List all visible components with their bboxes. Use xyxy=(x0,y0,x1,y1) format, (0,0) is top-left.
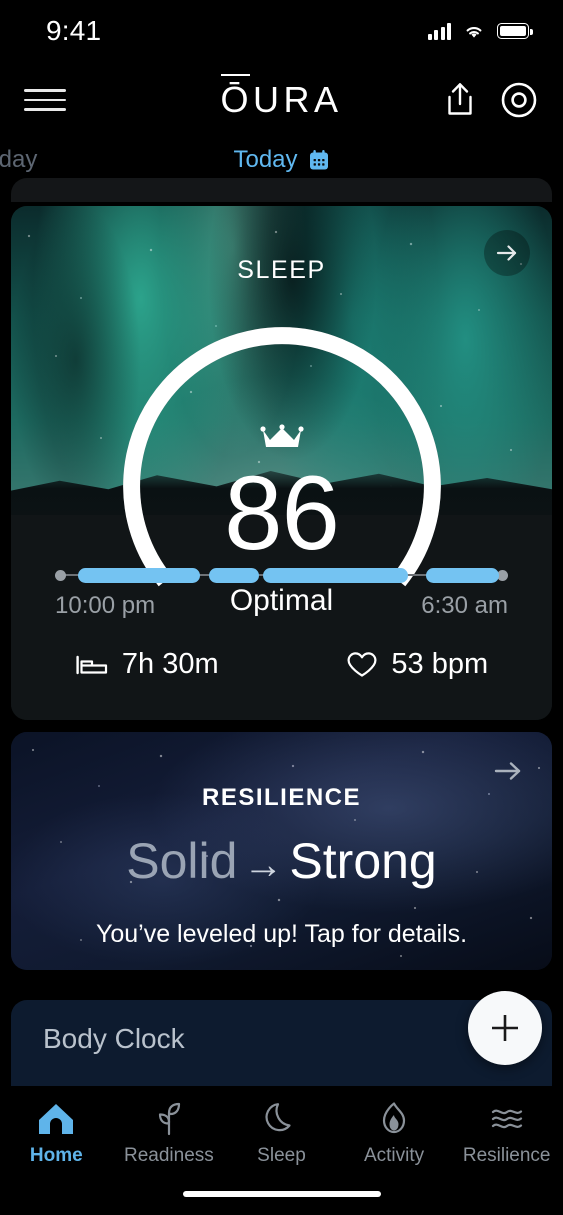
sleep-stats-row: 7h 30m 53 bpm xyxy=(11,648,552,681)
timeline-segment xyxy=(263,568,409,583)
calendar-icon xyxy=(309,150,328,170)
nav-item-readiness[interactable]: Readiness xyxy=(113,1101,225,1167)
sleep-score-value: 86 xyxy=(224,455,340,572)
resilience-card-arrow-button[interactable] xyxy=(492,756,526,791)
timeline-segment xyxy=(209,568,259,583)
status-bar: 9:41 xyxy=(0,0,563,62)
bed-icon xyxy=(76,655,107,674)
home-icon xyxy=(39,1104,74,1134)
cellular-signal-icon xyxy=(427,22,451,40)
sleep-card-arrow-button[interactable] xyxy=(484,230,530,276)
app-logo-o: Ō xyxy=(220,74,253,120)
sleep-card-title: SLEEP xyxy=(237,256,326,284)
arrow-right-icon xyxy=(494,762,521,780)
sleep-card[interactable]: SLEEP 86 Optimal 10:00 pm 6:30 am 7h 30m… xyxy=(11,206,552,720)
nav-label-sleep: Sleep xyxy=(257,1145,306,1166)
nav-label-activity: Activity xyxy=(363,1145,425,1166)
home-indicator xyxy=(182,1191,381,1197)
heart-icon xyxy=(347,651,377,677)
tab-yesterday[interactable]: rday xyxy=(0,138,68,182)
share-icon[interactable] xyxy=(443,81,477,119)
nav-item-sleep[interactable]: Sleep xyxy=(225,1101,337,1167)
status-bar-icons xyxy=(427,22,533,40)
nav-label-resilience: Resilience xyxy=(462,1145,551,1166)
resilience-subtitle: You’ve leveled up! Tap for details. xyxy=(95,920,468,948)
sleep-start-time: 10:00 pm xyxy=(55,592,156,619)
resilience-card-title: RESILIENCE xyxy=(201,784,362,811)
tab-yesterday-label: rday xyxy=(0,146,38,173)
status-bar-time: 9:41 xyxy=(46,15,102,46)
timeline-segment xyxy=(77,568,200,583)
resilience-level-from: Solid xyxy=(126,833,238,889)
arrow-right-icon xyxy=(496,245,517,261)
resilience-level-to: Strong xyxy=(289,833,437,889)
sleep-end-time: 6:30 am xyxy=(421,592,508,619)
nav-label-readiness: Readiness xyxy=(124,1145,214,1166)
hamburger-menu-icon[interactable] xyxy=(24,89,66,111)
sleep-duration-stat: 7h 30m xyxy=(75,648,219,681)
crown-icon xyxy=(259,424,304,447)
timeline-start-dot xyxy=(55,570,66,581)
body-clock-title: Body Clock xyxy=(43,1023,185,1054)
plus-icon xyxy=(492,1015,518,1041)
resilience-level-transition: Solid → Strong xyxy=(11,834,552,889)
sleep-timeline xyxy=(55,568,508,584)
nav-item-resilience[interactable]: Resilience xyxy=(451,1101,563,1167)
sleep-heart-rate-value: 53 bpm xyxy=(391,648,489,680)
sprout-icon xyxy=(158,1102,180,1136)
sleep-timeline-times: 10:00 pm 6:30 am xyxy=(55,592,508,620)
tab-today[interactable]: Today xyxy=(212,138,352,188)
nav-item-home[interactable]: Home xyxy=(0,1101,112,1167)
nav-label-home: Home xyxy=(29,1145,83,1166)
previous-card-peek xyxy=(11,178,552,202)
nav-item-activity[interactable]: Activity xyxy=(338,1101,450,1167)
sleep-duration-value: 7h 30m xyxy=(121,648,219,680)
app-logo-rest: URA xyxy=(253,79,343,120)
add-button[interactable] xyxy=(468,991,542,1065)
bottom-navigation-bar: Home Readiness Sleep Activity Resilience xyxy=(0,1087,563,1215)
moon-icon xyxy=(265,1103,292,1132)
flame-icon xyxy=(382,1102,406,1134)
wifi-icon xyxy=(466,27,482,38)
sleep-heart-rate-stat: 53 bpm xyxy=(346,648,488,681)
tab-today-label: Today xyxy=(233,146,298,173)
ring-icon[interactable] xyxy=(499,80,539,120)
app-header: ŌURA xyxy=(0,62,563,138)
timeline-segment xyxy=(426,568,499,583)
resilience-card[interactable]: RESILIENCE Solid → Strong You’ve leveled u… xyxy=(11,732,552,970)
resilience-transition-arrow: → xyxy=(243,843,284,887)
waves-icon xyxy=(491,1109,522,1129)
app-screen: 9:41 ŌURA day Today SLEEP 86 Optimal 10:… xyxy=(0,0,563,1215)
battery-icon xyxy=(497,23,533,39)
